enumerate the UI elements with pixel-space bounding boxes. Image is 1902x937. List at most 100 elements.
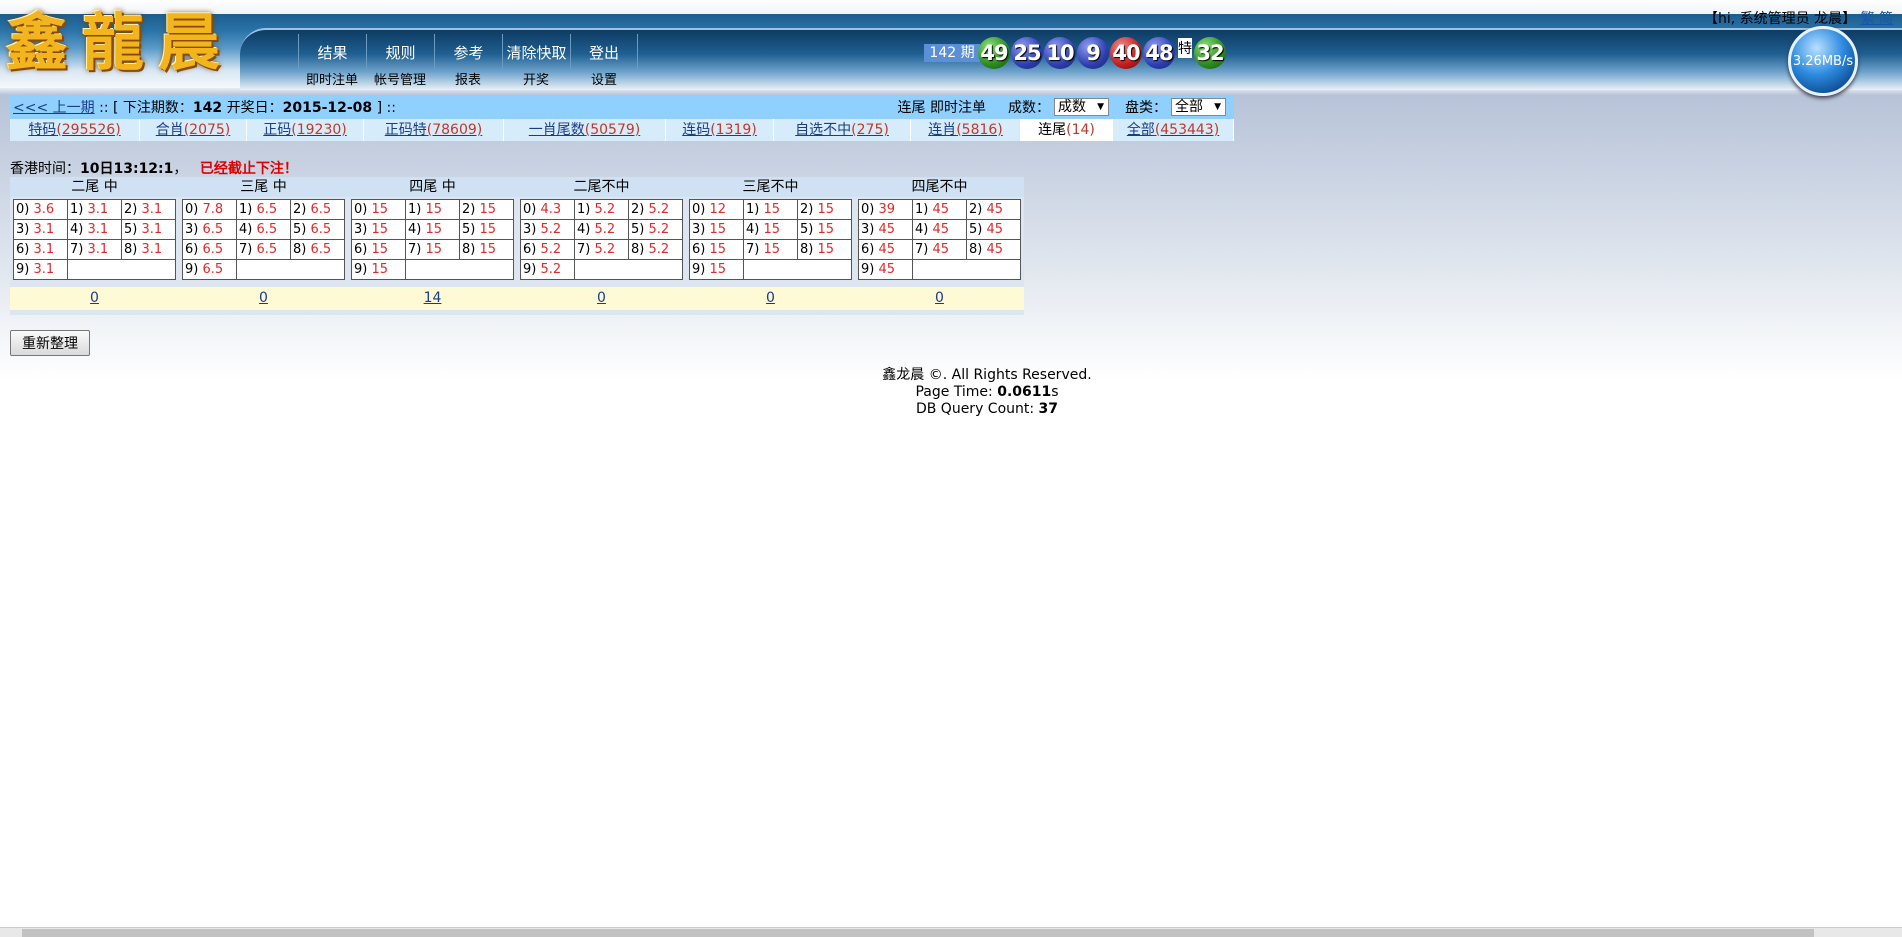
odds-value: 6.5 xyxy=(310,222,332,237)
odds-value: 5.2 xyxy=(594,222,616,237)
page-time: Page Time: 0.0611s xyxy=(915,384,1059,400)
nav-logout[interactable]: 登出 xyxy=(570,34,638,70)
tail-digit-label: 6) xyxy=(861,242,879,257)
plate-label: 盘类： xyxy=(1125,100,1167,116)
page-name: 连尾 即时注单 xyxy=(897,100,986,116)
odds-value: 15 xyxy=(763,242,781,257)
odds-value: 15 xyxy=(817,222,835,237)
language-switch-link[interactable]: 繁 简 xyxy=(1861,11,1893,27)
tab-lian-xiao[interactable]: 连肖(5816) xyxy=(911,119,1021,141)
odds-value: 15 xyxy=(817,202,835,217)
odds-table: 0) 7.8 1) 6.5 2) 6.5 3) 6.5 4) 6.5 5) 6.5 6) 6… xyxy=(182,199,345,280)
comma: ， xyxy=(173,161,188,177)
result-ball: 49 xyxy=(978,37,1010,69)
plate-select[interactable]: 全部 xyxy=(1171,98,1226,116)
nav-draw[interactable]: 开奖 xyxy=(502,72,570,86)
hk-time-value: 10日13:12:1 xyxy=(80,161,174,177)
tab-zheng-ma[interactable]: 正码(19230) xyxy=(247,119,364,141)
tail-digit-label: 6) xyxy=(16,242,34,257)
scrollbar-thumb[interactable] xyxy=(22,929,1814,937)
tab-te-ma[interactable]: 特码(295526) xyxy=(10,119,140,141)
tab-zheng-ma-te[interactable]: 正码特(78609) xyxy=(364,119,504,141)
nav-live-bets[interactable]: 即时注单 xyxy=(298,72,366,86)
grid-column-header: 三尾不中 xyxy=(742,179,799,195)
sort-select[interactable]: 成数 xyxy=(1054,98,1109,116)
grid-odds-cell: 0) 12 1) 15 2) 15 3) 15 4) 15 5) 15 6) 15 7) 15… xyxy=(686,199,855,285)
odds-item: 4) 15 xyxy=(743,219,798,240)
bet-count-link[interactable]: 0 xyxy=(766,290,775,306)
tab-yi-xiao-wei-shu[interactable]: 一肖尾数(50579) xyxy=(504,119,666,141)
tab-zi-xuan-bu-zhong[interactable]: 自选不中(275) xyxy=(774,119,911,141)
odds-item: 4) 15 xyxy=(405,219,460,240)
bet-count-link[interactable]: 0 xyxy=(935,290,944,306)
tail-digit-label: 5) xyxy=(969,222,987,237)
tail-digit-label: 5) xyxy=(631,222,649,237)
odds-item: 4) 3.1 xyxy=(67,219,122,240)
result-ball: 40 xyxy=(1110,37,1142,69)
tab-lian-wei[interactable]: 连尾(14) xyxy=(1021,119,1113,141)
odds-value: 6.5 xyxy=(202,222,224,237)
odds-table: 0) 4.3 1) 5.2 2) 5.2 3) 5.2 4) 5.2 5) 5.2 6) 5… xyxy=(520,199,683,280)
special-result-ball: 32 xyxy=(1194,37,1226,69)
bet-count-link[interactable]: 14 xyxy=(424,290,442,306)
nav-clear-cache[interactable]: 清除快取 xyxy=(502,34,570,70)
odds-value: 3.1 xyxy=(141,242,163,257)
odds-item: 9) 6.5 xyxy=(182,259,237,280)
special-number-mark: 特 xyxy=(1178,38,1192,58)
odds-item: 0) 3.6 xyxy=(13,199,68,220)
odds-item: 2) 6.5 xyxy=(290,199,345,220)
odds-value: 45 xyxy=(878,262,896,277)
empty-cell xyxy=(575,260,629,280)
bet-count-link[interactable]: 0 xyxy=(259,290,268,306)
odds-item: 2) 15 xyxy=(797,199,852,220)
odds-value: 3.1 xyxy=(87,242,109,257)
filter-controls: 连尾 即时注单 成数： 成数 盘类： 全部 xyxy=(898,97,1234,117)
nav-account-management[interactable]: 帐号管理 xyxy=(366,72,434,86)
bet-count-link[interactable]: 0 xyxy=(597,290,606,306)
tail-digit-label: 8) xyxy=(800,242,818,257)
empty-cell xyxy=(291,260,345,280)
bet-count-link[interactable]: 0 xyxy=(90,290,99,306)
nav-reports[interactable]: 报表 xyxy=(434,72,502,86)
bet-period-value: 142 xyxy=(192,100,223,116)
odds-item: 1) 15 xyxy=(405,199,460,220)
draw-result-balls: 49 25 10 9 40 48 特 32 xyxy=(978,36,1227,70)
tail-digit-label: 7) xyxy=(577,242,595,257)
nav-settings[interactable]: 设置 xyxy=(570,72,638,86)
odds-item: 1) 3.1 xyxy=(67,199,122,220)
nav-reference[interactable]: 参考 xyxy=(434,34,502,70)
odds-value: 3.1 xyxy=(33,262,55,277)
odds-value: 45 xyxy=(986,242,1004,257)
grid-count-cell: 0 xyxy=(855,287,1024,310)
hk-time-line: 香港时间：10日13:12:1， 已经截止下注！ xyxy=(10,158,298,178)
odds-value: 6.5 xyxy=(310,202,332,217)
tail-digit-label: 2) xyxy=(969,202,987,217)
grid-column-header: 四尾不中 xyxy=(911,179,968,195)
grid-count-cell: 0 xyxy=(517,287,686,310)
tab-quan-bu[interactable]: 全部(453443) xyxy=(1113,119,1234,141)
previous-period-link[interactable]: <<< 上一期 xyxy=(13,100,95,116)
grid-column-header: 四尾 中 xyxy=(409,179,456,195)
nav-rules[interactable]: 规则 xyxy=(366,34,434,70)
tab-lian-ma[interactable]: 连码(1319) xyxy=(666,119,774,141)
tail-digit-label: 2) xyxy=(800,202,818,217)
result-ball: 48 xyxy=(1143,37,1175,69)
odds-value: 6.5 xyxy=(202,242,224,257)
odds-value: 15 xyxy=(709,262,727,277)
betting-closed-message: 已经截止下注！ xyxy=(199,161,298,177)
odds-value: 15 xyxy=(709,222,727,237)
tab-he-xiao[interactable]: 合肖(2075) xyxy=(140,119,247,141)
tail-digit-label: 9) xyxy=(16,262,34,277)
refresh-button[interactable]: 重新整理 xyxy=(10,330,90,356)
horizontal-scrollbar[interactable] xyxy=(0,927,1902,937)
odds-item: 3) 45 xyxy=(858,219,913,240)
empty-cell xyxy=(913,260,967,280)
grid-header-row: 二尾 中 三尾 中 四尾 中 二尾不中 三尾不中 四尾不中 xyxy=(10,177,1024,197)
tail-digit-label: 2) xyxy=(631,202,649,217)
empty-cell xyxy=(967,260,1021,280)
odds-value: 15 xyxy=(479,202,497,217)
odds-item: 0) 7.8 xyxy=(182,199,237,220)
odds-item: 5) 15 xyxy=(459,219,514,240)
nav-results[interactable]: 结果 xyxy=(298,34,366,70)
tail-digit-label: 9) xyxy=(185,262,203,277)
